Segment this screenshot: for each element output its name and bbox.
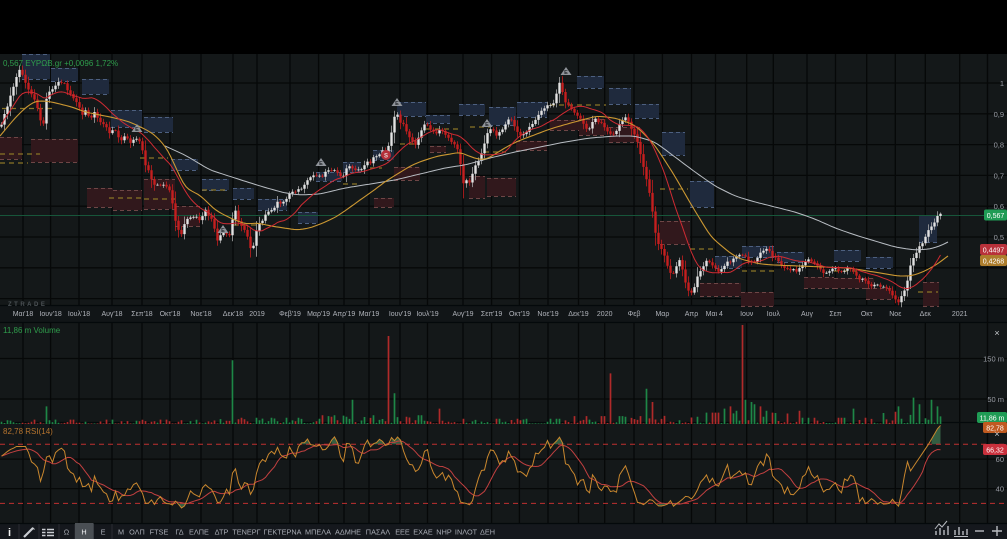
svg-text:×: × [994,429,999,439]
svg-text:Αυγ: Αυγ [801,311,813,318]
svg-text:Απρ'19: Απρ'19 [333,311,356,318]
svg-text:ΤΕΝΕΡΓ: ΤΕΝΕΡΓ [232,528,260,537]
svg-text:40: 40 [996,485,1004,494]
svg-text:66,32: 66,32 [986,448,1004,455]
svg-text:11,86 m: 11,86 m [980,416,1005,423]
svg-text:Ιουν'19: Ιουν'19 [389,311,411,318]
svg-text:150 m: 150 m [983,355,1004,364]
svg-text:E: E [395,101,399,107]
svg-text:ΙΝΛΟΤ: ΙΝΛΟΤ [455,528,478,537]
svg-text:0,5: 0,5 [994,233,1004,242]
svg-text:Νοε'18: Νοε'18 [190,311,211,318]
svg-text:E: E [319,161,323,167]
svg-text:H: H [81,528,86,537]
svg-text:0,7: 0,7 [994,171,1004,180]
svg-text:Οκτ'18: Οκτ'18 [160,311,181,318]
svg-text:Σεπ'19: Σεπ'19 [481,311,503,318]
svg-text:2020: 2020 [597,311,613,318]
svg-text:ΕΧΑΕ: ΕΧΑΕ [413,528,433,537]
svg-text:82,78 RSI(14): 82,78 RSI(14) [3,427,53,436]
svg-text:Ιουλ'19: Ιουλ'19 [416,311,438,318]
svg-text:i: i [8,527,11,539]
svg-text:ΓΔ: ΓΔ [175,528,183,537]
svg-text:0,8: 0,8 [994,141,1004,150]
svg-text:0,9: 0,9 [994,110,1004,119]
svg-text:Δεκ: Δεκ [920,311,932,318]
svg-text:Μαρ: Μαρ [655,311,669,318]
svg-text:Μαι'18: Μαι'18 [13,311,34,318]
svg-text:E: E [564,70,568,76]
svg-text:60: 60 [996,455,1004,464]
svg-text:Ω: Ω [64,528,70,537]
svg-text:Οκτ: Οκτ [861,311,873,318]
svg-text:Ιουν'18: Ιουν'18 [39,311,61,318]
svg-text:E: E [221,228,225,234]
svg-text:1: 1 [1000,79,1004,88]
svg-text:0,4497: 0,4497 [983,248,1005,255]
svg-text:50 m: 50 m [987,395,1004,404]
svg-text:E: E [101,528,106,537]
svg-text:E: E [485,122,489,128]
svg-text:ΝΗΡ: ΝΗΡ [436,528,452,537]
svg-text:Νοε: Νοε [889,311,901,318]
svg-text:M: M [118,528,124,537]
svg-text:ΕΛΠΕ: ΕΛΠΕ [189,528,209,537]
svg-text:2019: 2019 [249,311,265,318]
svg-text:Μαι 4: Μαι 4 [706,311,723,318]
svg-text:FTSE: FTSE [150,528,169,537]
svg-text:ΔΤΡ: ΔΤΡ [215,528,229,537]
svg-text:Δεκ'18: Δεκ'18 [223,311,244,318]
svg-text:E: E [135,127,139,133]
svg-text:ΓΕΚΤΕΡΝΑ: ΓΕΚΤΕΡΝΑ [263,528,301,537]
svg-text:Απρ: Απρ [685,311,698,318]
svg-text:Σεπ'18: Σεπ'18 [131,311,153,318]
svg-text:ΑΔΜΗΕ: ΑΔΜΗΕ [335,528,361,537]
svg-text:Ιουλ: Ιουλ [767,311,781,318]
svg-text:ΠΑΣΑΛ: ΠΑΣΑΛ [366,528,391,537]
svg-text:Φεβ'19: Φεβ'19 [279,311,301,318]
svg-text:ΟΛΠ: ΟΛΠ [129,528,145,537]
svg-text:Νοε'19: Νοε'19 [537,311,558,318]
svg-text:Αυγ'19: Αυγ'19 [452,311,473,318]
svg-text:ΔΕΗ: ΔΕΗ [480,528,495,537]
svg-text:Μαι'19: Μαι'19 [359,311,380,318]
svg-text:Ιουν: Ιουν [740,311,754,318]
svg-text:Ιουλ'18: Ιουλ'18 [68,311,90,318]
svg-text:×: × [994,328,999,338]
svg-text:Μαρ'19: Μαρ'19 [307,311,330,318]
svg-text:Δεκ'19: Δεκ'19 [568,311,589,318]
svg-text:Φεβ: Φεβ [628,311,641,318]
svg-text:ΜΠΕΛΑ: ΜΠΕΛΑ [305,528,331,537]
svg-text:0,4268: 0,4268 [983,259,1005,266]
svg-text:S: S [384,154,388,160]
svg-text:11,86 m Volume: 11,86 m Volume [3,326,61,335]
svg-text:Αυγ'18: Αυγ'18 [101,311,122,318]
svg-text:0,567 ΕΥΡΩΒ.gr +0,0096 1,72%: 0,567 ΕΥΡΩΒ.gr +0,0096 1,72% [3,59,118,68]
svg-text:0,567: 0,567 [987,213,1005,220]
svg-text:2021: 2021 [952,311,968,318]
svg-text:Σεπ: Σεπ [829,311,841,318]
svg-text:ZTRADE: ZTRADE [8,302,47,308]
svg-text:Οκτ'19: Οκτ'19 [509,311,530,318]
svg-text:ΕΕΕ: ΕΕΕ [395,528,410,537]
